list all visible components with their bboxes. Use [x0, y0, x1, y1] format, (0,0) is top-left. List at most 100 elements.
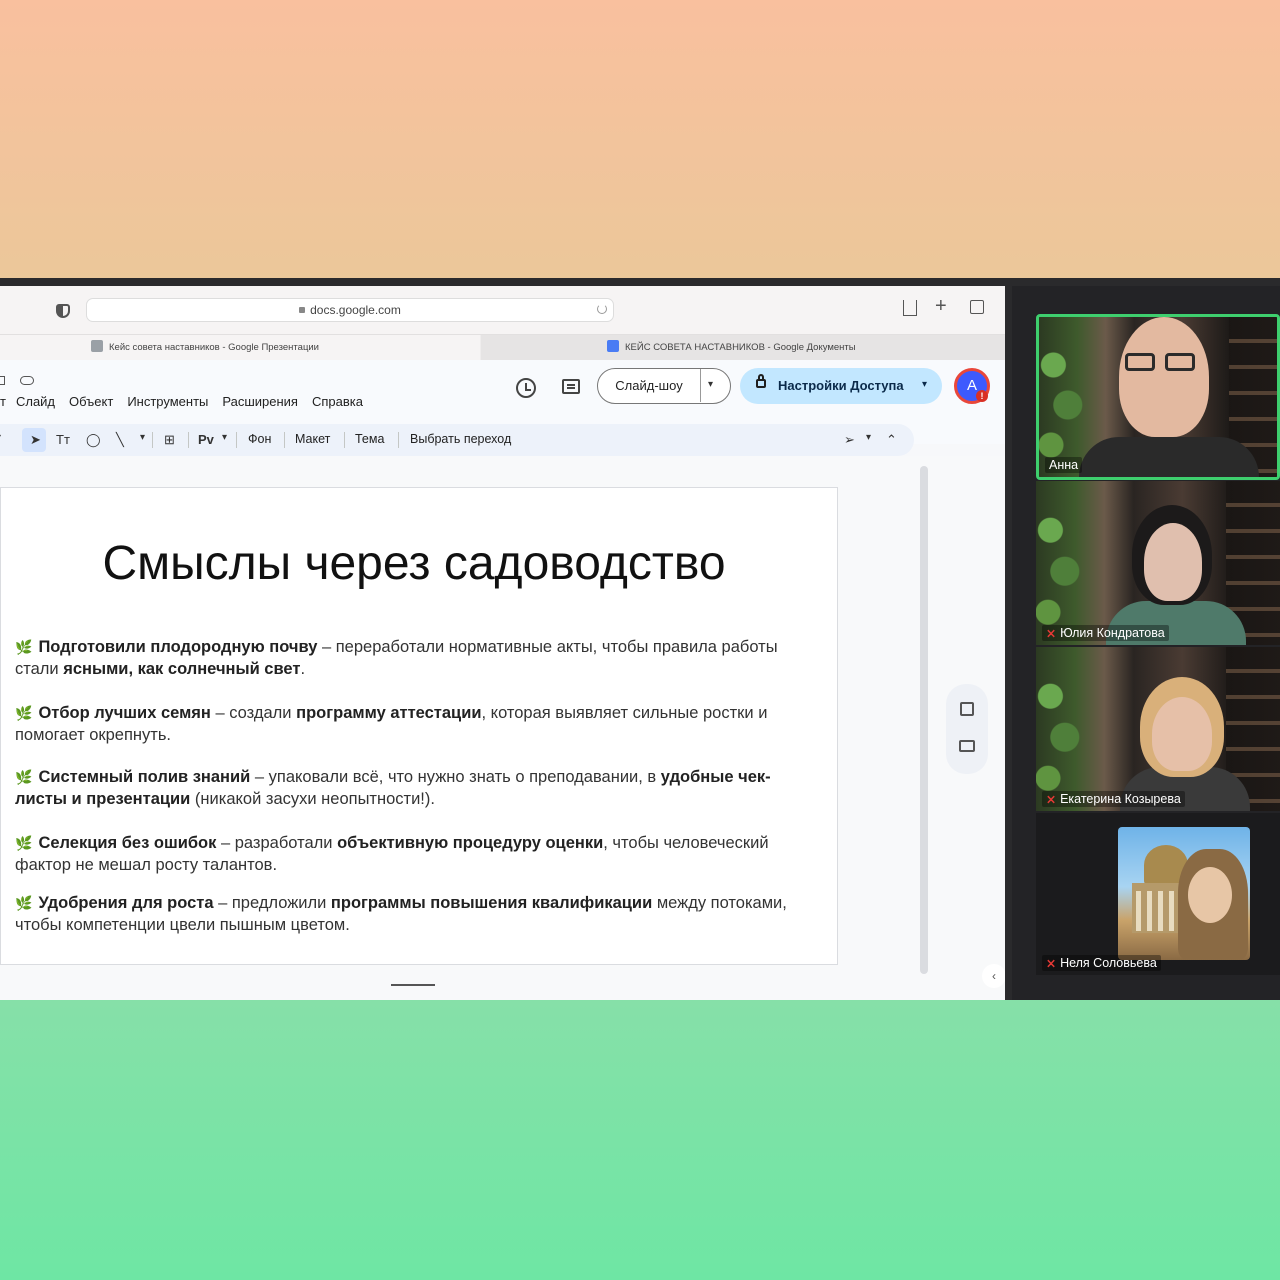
background-bottom — [0, 1000, 1280, 1280]
menu-slide[interactable]: Слайд — [16, 394, 55, 409]
participant-tile[interactable]: ⨯ Юлия Кондратова — [1036, 481, 1280, 645]
share-dropdown-icon[interactable]: ▾ — [922, 379, 927, 390]
share-button[interactable]: Настройки Доступа ▾ — [740, 368, 942, 404]
collapse-toolbar-icon[interactable]: ⌃ — [886, 432, 897, 448]
participant-tile-active[interactable]: Анна — [1036, 314, 1280, 480]
bullet-bold: программы повышения квалификации — [330, 894, 653, 912]
transition-button[interactable]: Выбрать переход — [410, 432, 511, 446]
toolbar-separator — [188, 432, 189, 448]
person-face — [1188, 867, 1232, 923]
line-dropdown-icon[interactable]: ▾ — [140, 432, 145, 443]
leaf-icon: 🌿 — [15, 639, 33, 655]
collapse-panel-button[interactable]: ‹ — [982, 964, 1005, 988]
leaf-icon: 🌿 — [15, 769, 33, 785]
participant-name: ⨯ Неля Соловьева — [1042, 955, 1161, 971]
lock-icon — [756, 374, 766, 388]
slideshow-label: Слайд-шоу — [615, 378, 683, 393]
participant-name-text: Екатерина Козырева — [1060, 792, 1181, 806]
menu-cut-item[interactable]: т — [0, 394, 6, 409]
pv-tool[interactable]: Pv — [198, 432, 214, 447]
theme-button[interactable]: Тема — [355, 432, 384, 446]
slideshow-button[interactable]: Слайд-шоу ▾ — [597, 368, 731, 404]
vertical-scrollbar[interactable] — [920, 466, 928, 974]
slide-bullet[interactable]: 🌿 Селекция без ошибок – разработали объек… — [15, 832, 805, 876]
side-panel — [946, 684, 988, 774]
participant-name: ⨯ Екатерина Козырева — [1042, 791, 1185, 807]
reload-icon[interactable] — [597, 304, 607, 314]
slide-bullet[interactable]: 🌿 Удобрения для роста – предложили програ… — [15, 892, 805, 936]
share-icon[interactable] — [903, 300, 917, 316]
slide-bullet[interactable]: 🌿 Подготовили плодородную почву – перераб… — [15, 636, 805, 680]
comments-icon[interactable] — [562, 379, 580, 394]
leaf-icon: 🌿 — [15, 895, 33, 911]
cloud-status-icon[interactable] — [20, 376, 34, 385]
move-icon[interactable] — [0, 376, 5, 385]
share-label: Настройки Доступа — [778, 378, 904, 393]
bullet-text: – создали — [210, 704, 297, 722]
version-history-icon[interactable] — [516, 378, 536, 398]
menu-extensions[interactable]: Расширения — [222, 394, 298, 409]
speaker-notes-icon[interactable] — [960, 702, 974, 716]
participant-name-text: Неля Соловьева — [1060, 956, 1157, 970]
mic-off-icon: ⨯ — [1046, 956, 1057, 970]
tabs-overview-icon[interactable] — [970, 300, 984, 314]
menu-tools[interactable]: Инструменты — [127, 394, 208, 409]
pointer-dropdown-icon[interactable]: ▾ — [866, 432, 871, 443]
plant-decor — [1036, 647, 1084, 811]
leaf-icon: 🌿 — [15, 835, 33, 851]
menu-help[interactable]: Справка — [312, 394, 363, 409]
pv-dropdown-icon[interactable]: ▾ — [222, 432, 227, 443]
person-body — [1079, 437, 1259, 477]
folder-icon[interactable] — [959, 740, 975, 752]
new-tab-icon[interactable]: + — [935, 296, 947, 316]
line-tool-icon[interactable]: ╲ — [116, 432, 124, 448]
slide-bullet[interactable]: 🌿 Системный полив знаний – упаковали всё,… — [15, 766, 805, 810]
person-face — [1119, 317, 1209, 437]
bullet-bold: Удобрения для роста — [38, 894, 214, 912]
toolbar-separator — [398, 432, 399, 448]
slide[interactable]: Смыслы через садоводство 🌿 Подготовили пл… — [0, 487, 838, 965]
tab-slides[interactable]: Кейс совета наставников - Google Презент… — [0, 335, 480, 361]
leaf-icon: 🌿 — [15, 705, 33, 721]
bullet-bold: ясными, как солнечный свет — [63, 660, 301, 678]
participant-tile[interactable]: ⨯ Екатерина Козырева — [1036, 647, 1280, 811]
avatar-alert-badge: ! — [976, 390, 988, 402]
insert-comment-icon[interactable]: ⊞ — [164, 432, 175, 448]
participant-name: ⨯ Юлия Кондратова — [1042, 625, 1169, 641]
select-pointer-icon[interactable]: ➤ — [30, 432, 41, 448]
mic-off-icon: ⨯ — [1046, 626, 1057, 640]
resize-handle[interactable] — [391, 984, 435, 986]
bullet-text: (никакой засухи неопытности!). — [190, 790, 435, 808]
tab-docs[interactable]: КЕЙС СОВЕТА НАСТАВНИКОВ - Google Докумен… — [481, 335, 1005, 361]
participant-name: Анна — [1045, 457, 1083, 473]
url-label: docs.google.com — [310, 303, 401, 317]
slide-bullet[interactable]: 🌿 Отбор лучших семян – создали программу … — [15, 702, 805, 746]
plant-decor — [1039, 317, 1087, 477]
shape-tool-icon[interactable]: ◯ — [86, 432, 101, 448]
zoom-dropdown-icon[interactable]: ▾ — [0, 432, 1, 443]
bullet-bold: Селекция без ошибок — [38, 834, 217, 852]
tab-slides-label: Кейс совета наставников - Google Презент… — [109, 342, 319, 353]
toolbar-separator — [284, 432, 285, 448]
pen-pointer-icon[interactable]: ➢ — [844, 432, 855, 448]
slide-title[interactable]: Смыслы через садоводство — [1, 536, 827, 591]
bullet-bold: объективную процедуру оценки — [337, 834, 604, 852]
docs-favicon-icon — [607, 340, 619, 352]
menu-object[interactable]: Объект — [69, 394, 113, 409]
background-button[interactable]: Фон — [248, 432, 271, 446]
browser-window: docs.google.com + Кейс совета наставнико… — [0, 286, 1005, 1000]
toolbar-separator — [236, 432, 237, 448]
bullet-bold: программу аттестации — [296, 704, 482, 722]
slideshow-dropdown-icon[interactable]: ▾ — [708, 379, 713, 390]
participant-tile[interactable]: ⨯ Неля Соловьева — [1036, 813, 1280, 975]
slides-favicon-icon — [91, 340, 103, 352]
url-text: docs.google.com — [87, 303, 613, 317]
layout-button[interactable]: Макет — [295, 432, 330, 446]
participant-name-text: Анна — [1049, 458, 1079, 472]
tab-docs-label: КЕЙС СОВЕТА НАСТАВНИКОВ - Google Докумен… — [625, 342, 856, 353]
menu-bar: т Слайд Объект Инструменты Расширения Сп… — [0, 394, 377, 409]
privacy-shield-icon[interactable] — [56, 304, 70, 318]
address-bar[interactable]: docs.google.com — [86, 298, 614, 322]
text-box-tool[interactable]: Tт — [56, 432, 70, 447]
slideshow-divider — [700, 369, 701, 402]
